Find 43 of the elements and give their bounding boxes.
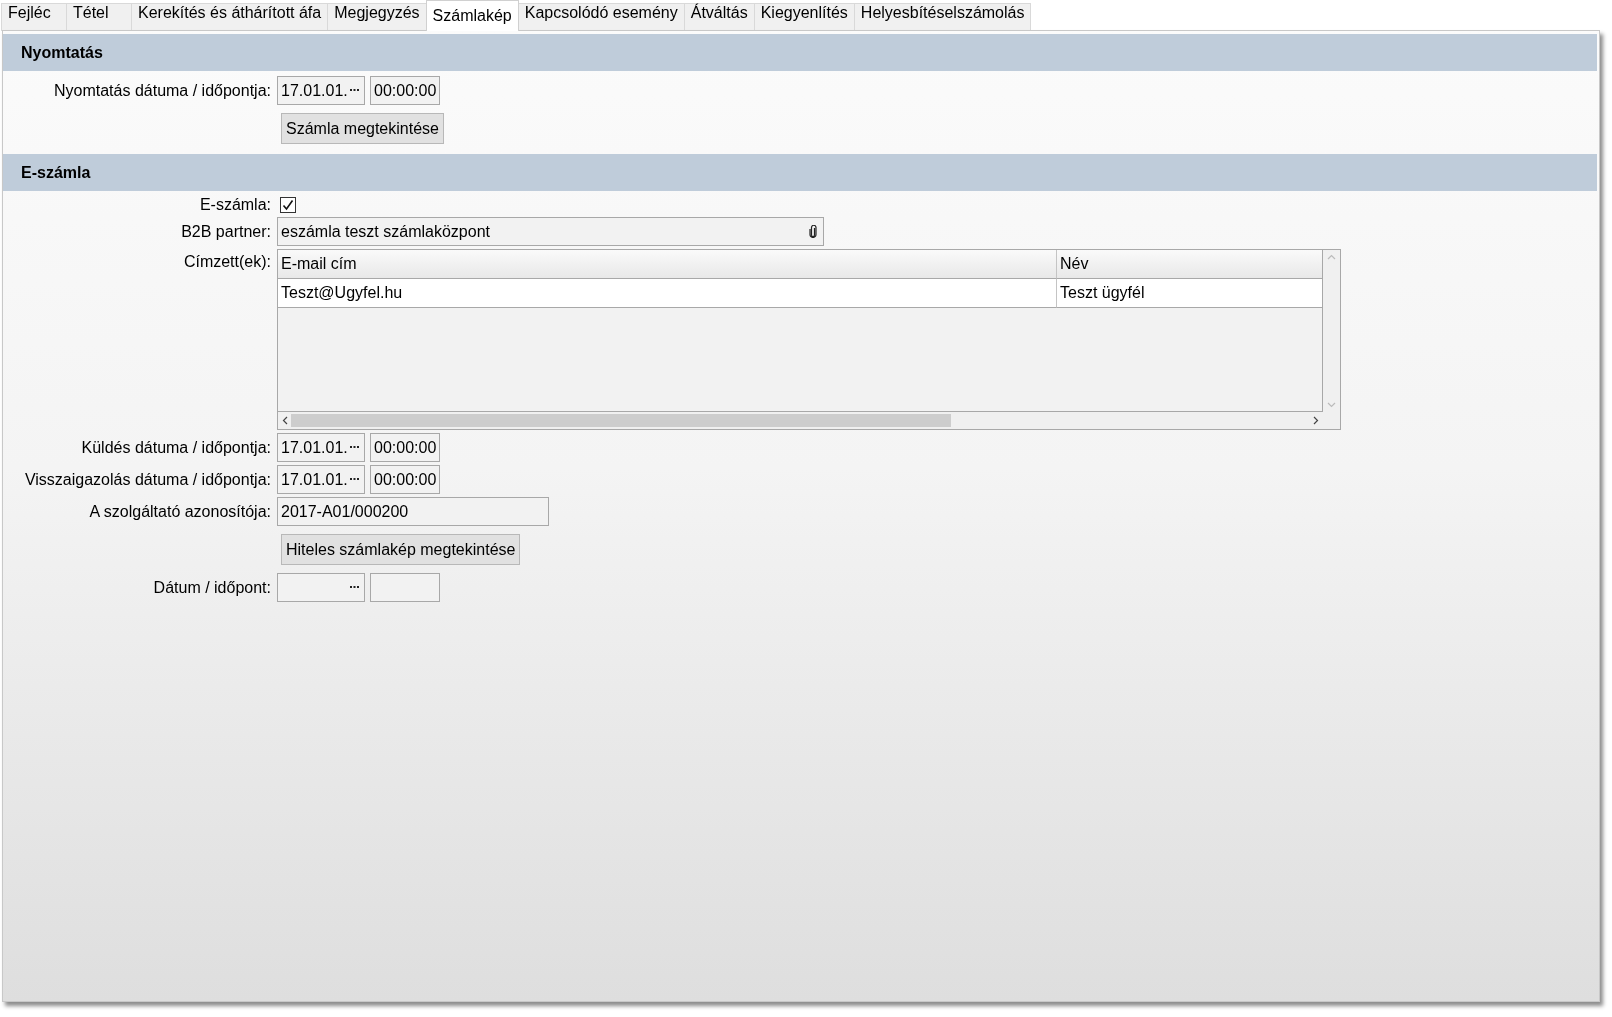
tab[interactable]: Fejléc (1, 3, 67, 31)
ellipsis-icon[interactable] (350, 478, 359, 481)
tab[interactable]: Kapcsolódó esemény (517, 3, 685, 31)
field-label: B2B partner: (181, 222, 271, 241)
time-field[interactable] (370, 573, 440, 602)
tab[interactable]: Átváltás (683, 3, 755, 31)
field-label: Címzett(ek): (183, 252, 271, 271)
table-cell: Teszt ügyfél (1057, 279, 1322, 308)
tab[interactable]: Kerekítés és áthárított áfa (131, 3, 329, 31)
ellipsis-icon[interactable] (350, 446, 359, 449)
field-label: Nyomtatás dátuma / időpontja: (54, 81, 271, 100)
tab[interactable]: Megjegyzés (327, 3, 427, 31)
column-header[interactable]: Név (1057, 250, 1322, 279)
button[interactable]: Hiteles számlakép megtekintése (281, 534, 521, 565)
field-label: Küldés dátuma / időpontja: (81, 438, 271, 457)
date-field[interactable] (277, 573, 365, 602)
time-field[interactable]: 00:00:00 (370, 465, 440, 494)
date-field[interactable]: 17.01.01. (277, 76, 365, 105)
time-field[interactable]: 00:00:00 (370, 433, 440, 462)
tab[interactable]: Kiegyenlítés (753, 3, 855, 31)
date-field[interactable]: 17.01.01. (277, 433, 365, 462)
field-label: E-számla: (199, 196, 271, 214)
scroll-left-icon[interactable] (282, 416, 288, 425)
section-header: Nyomtatás (3, 34, 1597, 71)
partner-field[interactable]: eszámla teszt számlaközpont (277, 217, 824, 246)
column-header[interactable]: E-mail cím (278, 250, 1057, 279)
field-label: A szolgáltató azonosítója: (89, 502, 271, 521)
time-field[interactable]: 00:00:00 (370, 76, 440, 105)
field-label: Dátum / időpont: (153, 578, 271, 597)
checkbox[interactable] (280, 197, 296, 213)
table-cell: Teszt@Ugyfel.hu (278, 279, 1057, 308)
paperclip-icon[interactable] (809, 225, 817, 238)
tab[interactable]: Tétel (66, 3, 132, 31)
text-field[interactable]: 2017-A01/000200 (277, 497, 549, 526)
date-field[interactable]: 17.01.01. (277, 465, 365, 494)
tab[interactable]: Helyesbítéselszámolás (853, 3, 1032, 31)
button[interactable]: Számla megtekintése (281, 113, 444, 144)
field-label: Visszaigazolás dátuma / időpontja: (24, 470, 271, 489)
ellipsis-icon[interactable] (350, 586, 359, 589)
tab[interactable]: Számlakép (425, 0, 519, 31)
section-header: E-számla (3, 154, 1597, 191)
ellipsis-icon[interactable] (350, 89, 359, 92)
scroll-right-icon[interactable] (1313, 416, 1319, 425)
